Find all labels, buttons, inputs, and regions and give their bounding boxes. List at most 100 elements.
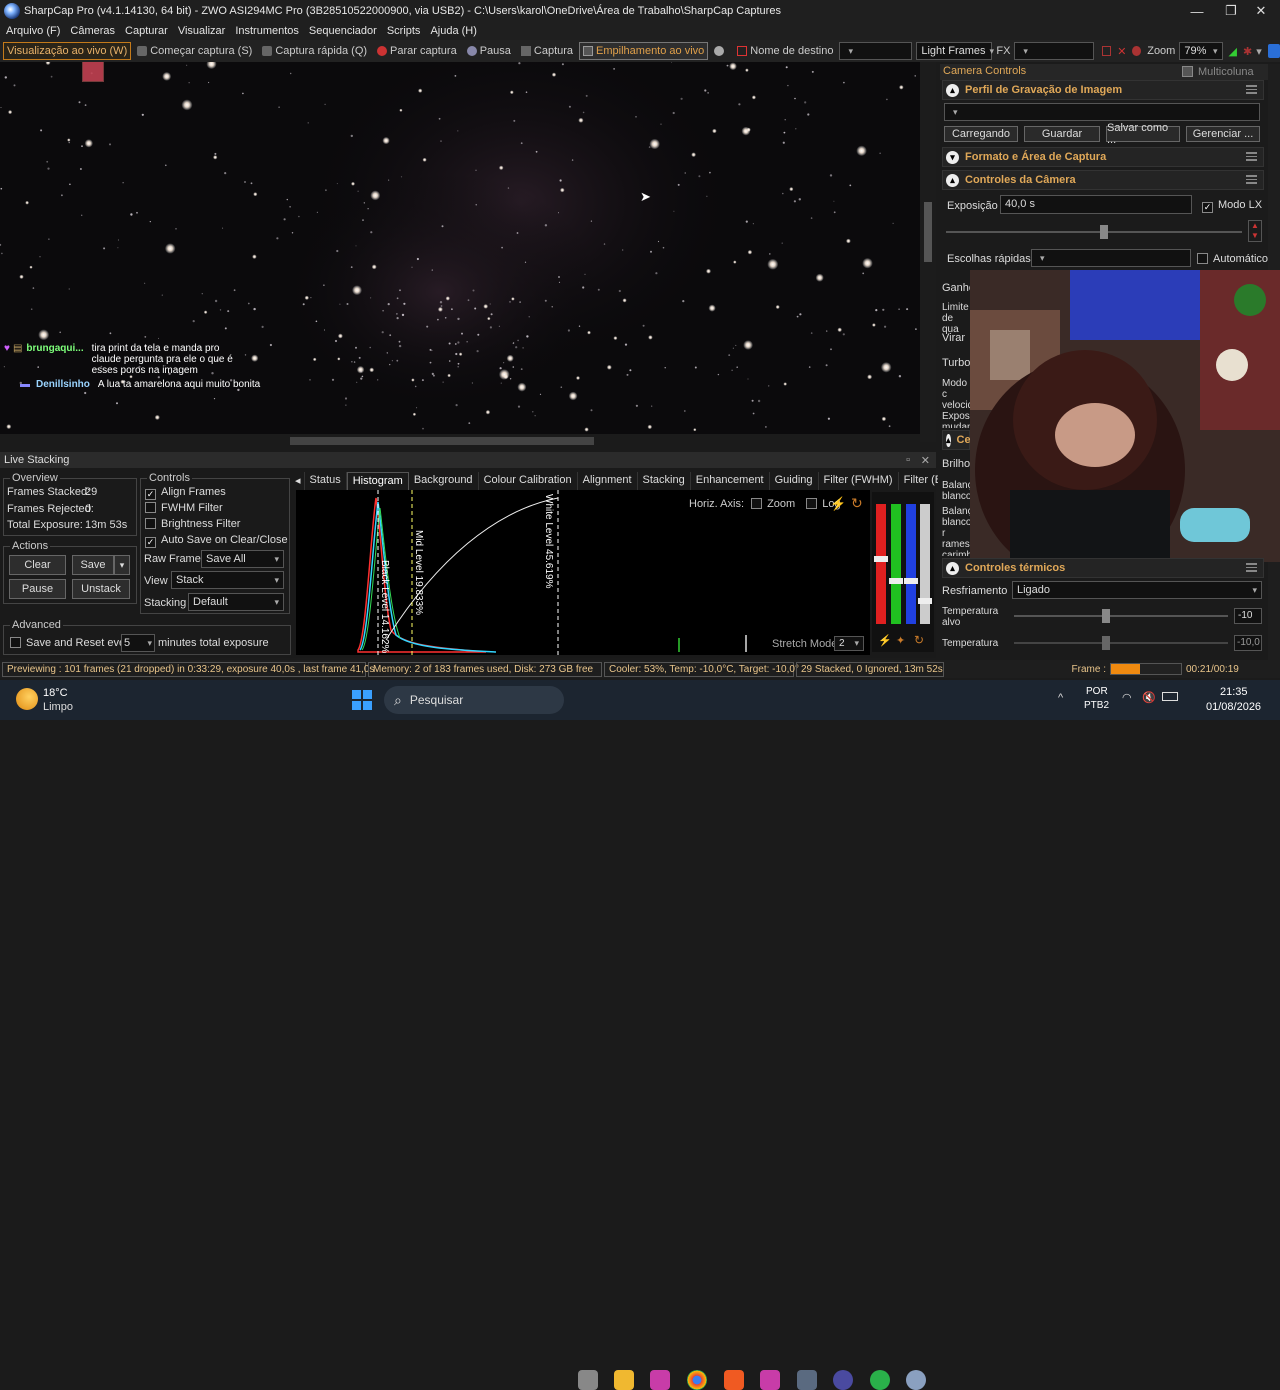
chrome-icon[interactable]: [687, 1370, 707, 1390]
slider-handle[interactable]: [1102, 609, 1110, 623]
slider-handle[interactable]: [918, 598, 932, 604]
scroll-thumb[interactable]: [924, 202, 932, 262]
slider-handle[interactable]: [874, 556, 888, 562]
multicolumn-toggle[interactable]: Multicoluna: [1182, 66, 1254, 78]
exposure-input[interactable]: 40,0 s: [1000, 195, 1192, 214]
quick-capture-button[interactable]: Captura rápida (Q): [258, 42, 371, 60]
manage-profiles-button[interactable]: Gerenciar ...: [1186, 126, 1260, 142]
camera-section-header[interactable]: ▴ Controles da Câmera: [942, 170, 1264, 190]
tab-scroll-left-icon[interactable]: ◂: [292, 472, 305, 490]
automatic-checkbox[interactable]: Automático: [1197, 253, 1268, 265]
frame-type-select[interactable]: Light Frames: [916, 42, 993, 60]
histogram-display[interactable]: Black Level 14.162% Mid Level 19.833% Wh…: [296, 490, 870, 655]
format-section-header[interactable]: ▾ Formato e Área de Captura: [942, 147, 1264, 167]
green-channel-slider[interactable]: [891, 504, 901, 624]
stellarium-icon[interactable]: [833, 1370, 853, 1390]
keyboard-layout[interactable]: PTB2: [1084, 700, 1109, 711]
minimize-icon[interactable]: —: [1178, 0, 1216, 22]
rgb-level-sliders[interactable]: ⚡ ✦ ↻: [872, 492, 934, 652]
brightness-filter-checkbox[interactable]: Brightness Filter: [145, 518, 240, 530]
load-profile-button[interactable]: Carregando: [944, 126, 1018, 142]
save-dropdown-chevron-icon[interactable]: ▾: [114, 555, 130, 575]
clock-time[interactable]: 21:35: [1220, 686, 1248, 698]
log-checkbox[interactable]: [806, 498, 818, 509]
checkbox-empty-icon[interactable]: [145, 518, 156, 529]
checkbox-checked-icon[interactable]: ✓: [145, 537, 156, 548]
menu-view[interactable]: Visualizar: [178, 25, 226, 37]
file-explorer-icon[interactable]: [614, 1370, 634, 1390]
menu-tools[interactable]: Instrumentos: [235, 25, 299, 37]
profile-select[interactable]: [944, 103, 1260, 121]
live-view-button[interactable]: Visualização ao vivo (W): [3, 42, 132, 60]
start-capture-button[interactable]: Começar captura (S): [133, 42, 256, 60]
menu-scripts[interactable]: Scripts: [387, 25, 421, 37]
menu-capture[interactable]: Capturar: [125, 25, 168, 37]
lightning-icon[interactable]: ⚡: [830, 496, 846, 512]
tab-guiding[interactable]: Guiding: [770, 472, 819, 490]
thermal-section-header[interactable]: ▴ Controles térmicos: [942, 558, 1264, 578]
brave-icon[interactable]: [724, 1370, 744, 1390]
target-temp-slider[interactable]: [1014, 609, 1228, 623]
raw-frames-select[interactable]: Save All: [201, 550, 284, 568]
collapse-chevron-icon[interactable]: ▴: [946, 433, 951, 447]
view-select[interactable]: Stack: [171, 571, 284, 589]
auto-stretch-lightning-icon[interactable]: ⚡: [878, 634, 892, 647]
tab-enhancement[interactable]: Enhancement: [691, 472, 770, 490]
collapse-chevron-icon[interactable]: ▴: [946, 83, 959, 97]
reticle-icon[interactable]: [1132, 46, 1142, 56]
menu-hamburger-icon[interactable]: [1246, 563, 1257, 572]
sun-icon[interactable]: ✦: [896, 634, 905, 647]
settings-gear-icon[interactable]: ✱: [1243, 45, 1252, 58]
luminance-channel-slider[interactable]: [920, 504, 930, 624]
zoom-checkbox[interactable]: [751, 498, 763, 509]
obs-icon[interactable]: [797, 1370, 817, 1390]
slider-handle[interactable]: [889, 578, 903, 584]
red-channel-slider[interactable]: [876, 504, 886, 624]
tab-stacking[interactable]: Stacking: [638, 472, 691, 490]
tab-colour-calibration[interactable]: Colour Calibration: [479, 472, 578, 490]
menu-sequencer[interactable]: Sequenciador: [309, 25, 377, 37]
exposure-slider[interactable]: [946, 225, 1242, 239]
pause-button[interactable]: Pausa: [463, 42, 515, 60]
zoom-select[interactable]: 79%: [1179, 42, 1223, 60]
dropdown-chevron-icon[interactable]: ▾: [1256, 45, 1262, 58]
tab-alignment[interactable]: Alignment: [578, 472, 638, 490]
tab-status[interactable]: Status: [305, 472, 347, 490]
record-toggle[interactable]: [710, 42, 731, 60]
taskbar-search-box[interactable]: ⌕ Pesquisar: [384, 686, 564, 714]
clear-button[interactable]: Clear: [9, 555, 66, 575]
menu-help[interactable]: Ajuda (H): [430, 25, 476, 37]
target-name-button[interactable]: Nome de destino: [733, 42, 837, 60]
fx-select[interactable]: [1014, 42, 1095, 60]
battery-icon[interactable]: [1162, 692, 1178, 701]
windows-start-icon[interactable]: [352, 690, 372, 710]
profile-section-header[interactable]: ▴ Perfil de Gravação de Imagem: [942, 80, 1264, 100]
save-profile-button[interactable]: Guardar: [1024, 126, 1100, 142]
show-hidden-icons-chevron-icon[interactable]: ^: [1058, 692, 1063, 704]
tab-histogram[interactable]: Histogram: [346, 472, 409, 490]
align-frames-checkbox[interactable]: ✓ Align Frames: [145, 486, 226, 500]
collapse-chevron-icon[interactable]: ▴: [946, 173, 959, 187]
tab-background[interactable]: Background: [409, 472, 479, 490]
crop-icon[interactable]: [1102, 46, 1112, 56]
color-section-header[interactable]: ▴ Ce: [942, 430, 971, 450]
app-pink-icon[interactable]: [650, 1370, 670, 1390]
target-name-select[interactable]: [839, 42, 913, 60]
app-pink-2-icon[interactable]: [760, 1370, 780, 1390]
save-reset-checkbox[interactable]: Save and Reset every: [10, 637, 134, 649]
save-as-profile-button[interactable]: Salvar como ...: [1106, 122, 1180, 146]
target-temp-input[interactable]: -10: [1234, 608, 1262, 624]
save-button[interactable]: Save: [72, 555, 114, 575]
collapse-chevron-icon[interactable]: ▴: [946, 561, 959, 575]
checkbox-checked-icon[interactable]: ✓: [145, 489, 156, 500]
tab-filter-fwhm[interactable]: Filter (FWHM): [819, 472, 899, 490]
slider-handle[interactable]: [1100, 225, 1108, 239]
stretch-mode-select[interactable]: 2: [834, 636, 864, 651]
checkbox-empty-icon[interactable]: [145, 502, 156, 513]
unstack-button[interactable]: Unstack: [72, 579, 130, 599]
pause-button[interactable]: Pause: [9, 579, 66, 599]
undock-icon[interactable]: ▫: [906, 454, 910, 466]
wifi-icon[interactable]: ◠: [1122, 691, 1132, 704]
menu-hamburger-icon[interactable]: [1246, 175, 1257, 184]
live-stacking-button[interactable]: Empilhamento ao vivo: [579, 42, 709, 60]
